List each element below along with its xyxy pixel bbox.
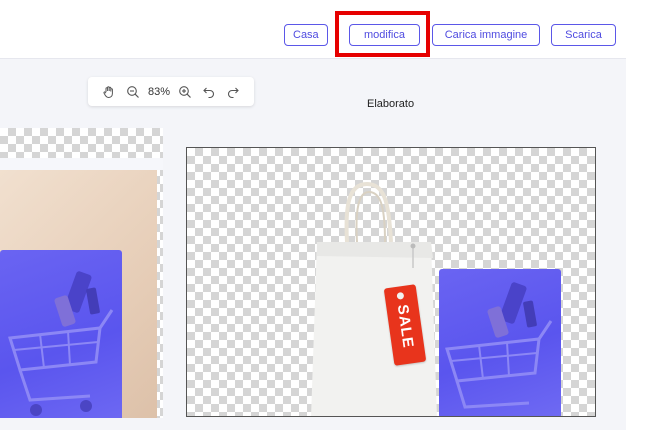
original-image-panel <box>0 128 163 430</box>
sale-tag-text: SALE <box>393 303 417 350</box>
original-photo <box>0 170 157 430</box>
shopping-cart-illustration <box>8 271 114 416</box>
processed-panel-label: Elaborato <box>367 98 415 110</box>
zoom-out-icon[interactable] <box>124 83 142 101</box>
home-button[interactable]: Casa <box>284 24 328 46</box>
shopping-cart-illustration-processed <box>445 282 553 409</box>
purple-card-right <box>439 269 561 416</box>
zoom-level: 83% <box>147 85 170 98</box>
canvas-toolbar: 83% <box>88 77 254 106</box>
header-bar: Casa modifica Carica immagine Scarica <box>0 11 626 59</box>
download-button[interactable]: Scarica <box>551 24 616 46</box>
processed-image-panel: SALE <box>186 147 596 417</box>
page-edge <box>626 14 650 430</box>
zoom-in-icon[interactable] <box>176 83 194 101</box>
hand-icon[interactable] <box>100 83 118 101</box>
undo-icon[interactable] <box>200 83 218 101</box>
purple-card-left <box>0 250 122 430</box>
app-window: Casa modifica Carica immagine Scarica 83… <box>0 11 626 430</box>
canvas-bottom-margin <box>0 418 626 430</box>
redo-icon[interactable] <box>224 83 242 101</box>
panel-divider <box>0 158 163 170</box>
edit-button[interactable]: modifica <box>349 24 420 46</box>
upload-image-button[interactable]: Carica immagine <box>432 24 540 46</box>
